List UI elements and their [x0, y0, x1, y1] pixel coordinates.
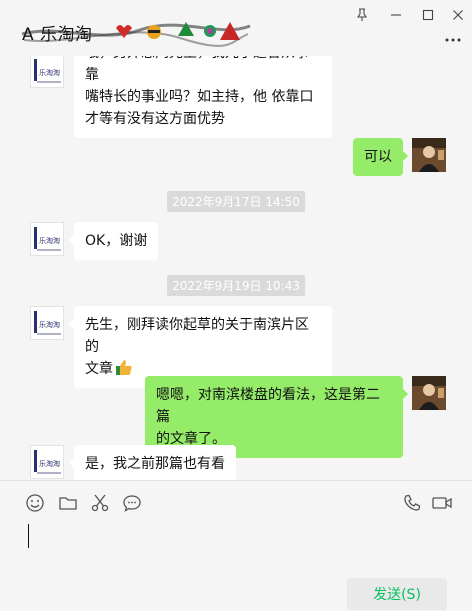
- message-line: 嗯嗯，对南滨楼盘的看法，这是第二篇: [156, 387, 380, 425]
- svg-text:乐淘淘: 乐淘淘: [39, 320, 60, 329]
- send-button[interactable]: 发送(S): [347, 578, 447, 610]
- composer-toolbar: [0, 490, 472, 518]
- contact-avatar[interactable]: 乐淘淘: [30, 445, 64, 479]
- close-icon: [453, 10, 463, 20]
- thumbs-up-icon: [116, 360, 132, 375]
- received-message[interactable]: OK，谢谢: [68, 222, 159, 260]
- message-line: 哦，另外想问先生，我儿子适合从事靠: [85, 56, 309, 83]
- timestamp: 2022年9月17日 14:50: [167, 191, 305, 212]
- message-line: 才等有没有这方面优势: [85, 111, 225, 127]
- pin-button[interactable]: [352, 6, 372, 24]
- screenshot-button[interactable]: [89, 492, 111, 514]
- title-bar: A 乐淘淘: [0, 0, 472, 56]
- video-icon: [432, 497, 452, 509]
- chat-history-button[interactable]: [121, 492, 143, 514]
- scissors-icon: [91, 494, 109, 512]
- close-button[interactable]: [448, 6, 468, 24]
- svg-text:乐淘淘: 乐淘淘: [39, 459, 60, 468]
- emoji-button[interactable]: [24, 492, 46, 514]
- contact-avatar[interactable]: 乐淘淘: [30, 306, 64, 340]
- message-line: 先生，刚拜读你起草的关于南滨片区的: [85, 317, 309, 355]
- message-line: 嘴特长的事业吗？如主持，他 依靠口: [85, 89, 314, 105]
- pin-icon: [356, 8, 368, 21]
- svg-text:乐淘淘: 乐淘淘: [39, 236, 60, 245]
- contact-avatar[interactable]: 乐淘淘: [30, 56, 64, 88]
- maximize-icon: [422, 9, 434, 21]
- more-icon: [445, 38, 461, 42]
- title-decoration-emojis: [21, 22, 251, 47]
- phone-icon: [404, 494, 421, 511]
- minimize-button[interactable]: [386, 6, 406, 24]
- sent-message[interactable]: 可以: [353, 138, 408, 176]
- contact-avatar[interactable]: 乐淘淘: [30, 222, 64, 256]
- maximize-button[interactable]: [418, 6, 438, 24]
- user-avatar[interactable]: [412, 138, 446, 172]
- minimize-icon: [391, 14, 401, 16]
- user-avatar[interactable]: [412, 376, 446, 410]
- message-input[interactable]: [20, 522, 450, 570]
- received-message[interactable]: 哦，另外想问先生，我儿子适合从事靠 嘴特长的事业吗？如主持，他 依靠口 才等有没…: [69, 56, 332, 138]
- folder-icon: [59, 497, 77, 510]
- message-text: 文章: [85, 361, 113, 377]
- svg-text:乐淘淘: 乐淘淘: [39, 68, 60, 77]
- text-caret: [28, 524, 29, 548]
- chat-bubble-icon: [123, 495, 141, 512]
- composer-divider: [0, 480, 472, 481]
- chat-history[interactable]: 乐淘淘 哦，另外想问先生，我儿子适合从事靠 嘴特长的事业吗？如主持，他 依靠口 …: [0, 56, 472, 480]
- timestamp: 2022年9月19日 10:43: [167, 275, 305, 296]
- voice-call-button[interactable]: [401, 492, 423, 514]
- received-message[interactable]: 是，我之前那篇也有看: [69, 445, 236, 480]
- video-call-button[interactable]: [430, 492, 454, 514]
- file-button[interactable]: [57, 492, 79, 514]
- more-button[interactable]: [444, 32, 462, 48]
- emoji-icon: [26, 494, 44, 512]
